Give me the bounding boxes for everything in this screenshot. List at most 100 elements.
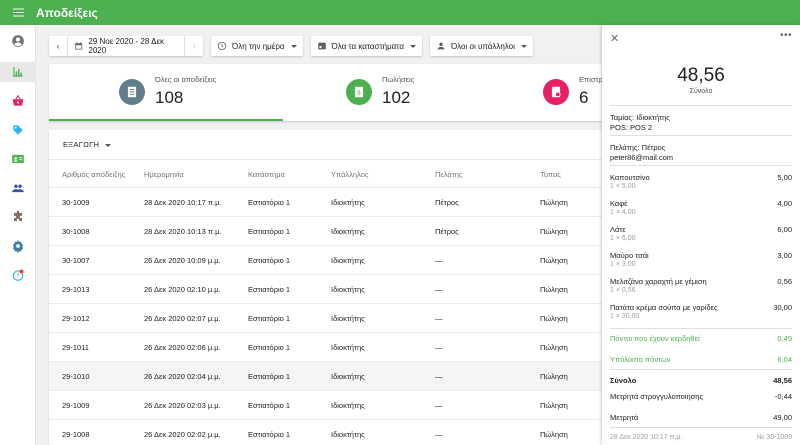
sidebar-item-help[interactable]: ? [0, 265, 36, 285]
column-header-receipt-no[interactable]: Αριθμός απόδειξης [62, 170, 125, 179]
gear-icon [12, 240, 24, 253]
cell-date: 26 Δεκ 2020 02:04 μ.μ. [144, 372, 221, 381]
cell-date: 28 Δεκ 2020 10:13 π.μ. [144, 227, 222, 236]
item-price: 4,00 [777, 199, 792, 208]
cell-type: Πώληση [540, 430, 568, 439]
cell-employee: Ιδιοκτήτης [331, 285, 365, 294]
item-price: 3,00 [777, 251, 792, 260]
puzzle-icon [13, 210, 23, 222]
cell-type: Πώληση [540, 401, 568, 410]
table-row[interactable]: 29-1012 26 Δεκ 2020 02:07 μ.μ. Εστιατόριο … [49, 304, 602, 333]
table-row[interactable]: 30-1009 28 Δεκ 2020 10:17 π.μ. Εστιατόριο … [49, 188, 602, 217]
prev-period-button[interactable]: ‹ [49, 36, 67, 56]
table-row[interactable]: 29-1009 26 Δεκ 2020 02:03 μ.μ. Εστιατόριο … [49, 391, 602, 420]
cell-receipt-no: 30-1008 [62, 227, 90, 236]
column-header-date[interactable]: Ημερομηνία [144, 170, 184, 179]
table-row[interactable]: 29-1013 26 Δεκ 2020 02:10 μ.μ. Εστιατόριο … [49, 275, 602, 304]
column-header-employee[interactable]: Υπάλληλος [331, 170, 369, 179]
item-price: 0,56 [777, 277, 792, 286]
item-name: Πατάτα κρέμα σούπα με γαρίδες [610, 303, 718, 312]
summary-value: 6 [579, 88, 589, 107]
summary-value: 108 [155, 88, 184, 107]
next-period-button[interactable]: › [185, 36, 203, 56]
svg-text:?: ? [16, 274, 19, 280]
table-row[interactable]: 30-1008 28 Δεκ 2020 10:13 π.μ. Εστιατόριο … [49, 217, 602, 246]
column-header-store[interactable]: Κατάστημα [248, 170, 285, 179]
cell-store: Εστιατόριο 1 [248, 198, 291, 207]
sidebar-item-integrations[interactable] [0, 207, 36, 227]
top-app-bar: Αποδείξεις [0, 0, 800, 25]
table-row[interactable]: 29-1011 26 Δεκ 2020 02:06 μ.μ. Εστιατόριο … [49, 333, 602, 362]
employee-filter-dropdown[interactable]: Όλοι οι υπάλληλοι [429, 36, 533, 56]
tags-icon [13, 125, 23, 135]
summary-card-all[interactable]: Όλες οι αποδείξεις 108 [49, 64, 283, 121]
basket-icon [12, 94, 24, 106]
cell-employee: Ιδιοκτήτης [331, 372, 365, 381]
cashier-info: Ταμίας: Ιδιοκτήτης [610, 113, 670, 122]
menu-icon[interactable] [0, 0, 36, 25]
rounding-value: -0,44 [774, 392, 792, 401]
divider [610, 135, 792, 136]
bar-chart-icon [13, 67, 23, 77]
item-name: Λάτε [610, 225, 626, 234]
summary-card-refunds[interactable]: Επιστρ 6 [483, 64, 602, 121]
summary-card-sales[interactable]: $ Πωλήσεις 102 [283, 64, 483, 121]
calendar-icon [75, 42, 83, 50]
divider [610, 369, 792, 370]
cell-date: 26 Δεκ 2020 02:10 μ.μ. [144, 285, 221, 294]
table-row[interactable]: 29-1010 26 Δεκ 2020 02:04 μ.μ. Εστιατόριο … [49, 362, 602, 391]
table-row[interactable]: 30-1007 26 Δεκ 2020 10:09 μ.μ. Εστιατόριο … [49, 246, 602, 275]
close-icon[interactable]: ✕ [610, 32, 619, 45]
item-name: Μαύρο τσάι [610, 251, 649, 260]
store-filter-label: Όλα τα καταστήματα [331, 41, 404, 51]
pos-info: POS: POS 2 [610, 123, 653, 132]
receipt-detail-panel: ✕ ••• 48,56 Σύνολο Ταμίας: Ιδιοκτήτης PO… [602, 25, 800, 445]
cell-employee: Ιδιοκτήτης [331, 227, 365, 236]
sidebar-item-reports[interactable] [0, 62, 36, 82]
store-filter-dropdown[interactable]: Όλα τα καταστήματα [310, 36, 422, 56]
cell-customer: — [435, 372, 443, 381]
cell-receipt-no: 29-1010 [62, 372, 90, 381]
sidebar-item-settings[interactable] [0, 236, 36, 256]
account-circle-icon [12, 35, 24, 47]
sidebar-item-profile[interactable] [0, 31, 36, 51]
item-price: 30,00 [773, 303, 792, 312]
table-row[interactable]: 29-1008 26 Δεκ 2020 02:02 μ.μ. Εστιατόριο … [49, 420, 602, 445]
receipt-number: № 30-1009 [756, 434, 792, 441]
people-icon [12, 184, 24, 193]
cell-employee: Ιδιοκτήτης [331, 401, 365, 410]
time-filter-dropdown[interactable]: Όλη την ημέρα [211, 36, 303, 56]
date-range-pager: ‹ 29 Νοε 2020 - 28 Δεκ 2020 › [49, 36, 203, 56]
item-name: Μελιτζάνα χαραχτή με γέμιση [610, 277, 707, 286]
sidebar-item-employees[interactable] [0, 178, 36, 198]
cell-receipt-no: 29-1012 [62, 314, 90, 323]
cell-date: 28 Δεκ 2020 10:17 π.μ. [144, 198, 222, 207]
cell-customer: — [435, 430, 443, 439]
cell-store: Εστιατόριο 1 [248, 401, 291, 410]
cell-customer: — [435, 343, 443, 352]
item-quantity: 1 × 6,00 [610, 235, 636, 242]
column-header-type[interactable]: Τύπος [540, 170, 561, 179]
divider [610, 427, 792, 428]
chevron-down-icon [290, 44, 297, 48]
sidebar-item-sales[interactable] [0, 91, 36, 111]
points-earned-value: 0,49 [777, 334, 792, 343]
sale-receipt-icon: $ [354, 86, 364, 98]
cell-receipt-no: 30-1007 [62, 256, 90, 265]
cell-type: Πώληση [540, 256, 568, 265]
cell-store: Εστιατόριο 1 [248, 285, 291, 294]
receipt-date: 28 Δεκ 2020 10:17 π.μ. [610, 434, 683, 441]
sidebar-item-customers[interactable] [0, 149, 36, 169]
cell-type: Πώληση [540, 372, 568, 381]
item-quantity: 1 × 30,00 [610, 313, 640, 320]
receipt-icon [127, 86, 137, 98]
chevron-down-icon [520, 44, 527, 48]
export-button[interactable]: ΕΞΑΓΩΓΗ [63, 140, 112, 149]
divider [610, 328, 792, 329]
column-header-customer[interactable]: Πελάτης [435, 170, 462, 179]
more-options-icon[interactable]: ••• [780, 30, 792, 41]
date-range-picker[interactable]: 29 Νοε 2020 - 28 Δεκ 2020 [67, 36, 185, 56]
cell-date: 26 Δεκ 2020 02:02 μ.μ. [144, 430, 221, 439]
sidebar: ? [0, 25, 36, 445]
sidebar-item-products[interactable] [0, 120, 36, 140]
